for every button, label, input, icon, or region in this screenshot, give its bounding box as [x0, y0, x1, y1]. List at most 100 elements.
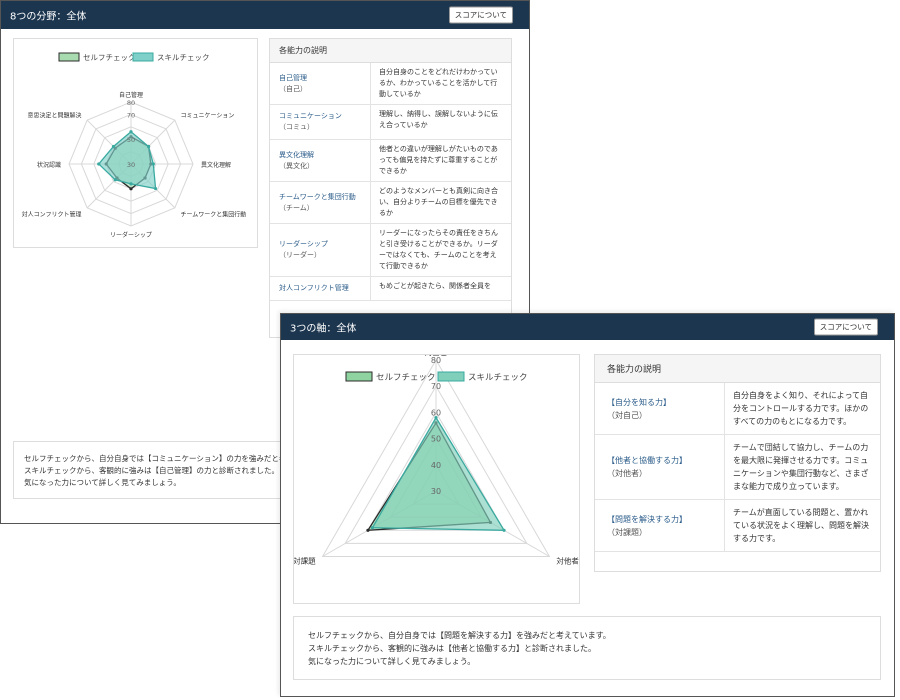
- legend-label: セルフチェック: [83, 53, 136, 62]
- radar-data-point: [502, 528, 506, 532]
- description-list: 自己管理 （自己） 自分自身のことをどれだけわかっているか、わかっていることを活かし…: [270, 63, 511, 301]
- radar-axis-label: コミュニケーション: [180, 113, 234, 120]
- panel-header: 3つの軸：全体 スコアについて: [281, 314, 894, 340]
- summary-line: 気になった力について詳しく見てみましょう。: [308, 657, 476, 666]
- ability-abbreviation: （対他者）: [607, 469, 647, 478]
- ability-name-cell: 自己管理 （自己）: [270, 63, 371, 104]
- description-row: 異文化理解 （異文化） 他者との違いが理解しがたいものであっても偏見を持たずに尊重す…: [270, 140, 511, 182]
- radar-axis-label: 対人コンフリクト管理: [22, 210, 82, 218]
- radar-data-point: [129, 130, 133, 134]
- radar-data-point: [129, 187, 133, 191]
- ability-name-cell: 対人コンフリクト管理: [270, 277, 371, 300]
- description-list: 【自分を知る力】 （対自己） 自分自身をよく知り、それによって自分をコントロールする…: [595, 383, 880, 552]
- panel-title: 8つの分野：全体: [10, 11, 87, 23]
- ability-abbreviation: （異文化）: [279, 161, 314, 170]
- ability-description-text: チームが直面している問題と、置かれている状況をよく理解し、問題を解決する力です。: [733, 508, 869, 543]
- radar-chart-eight-fields: 30 50 70 80自己管理コミュニケーション異文化理解チームワークと集団行動リーダ…: [22, 52, 246, 239]
- description-row: 【問題を解決する力】 （対課題） チームが直面している問題と、置かれている状況をよく…: [595, 500, 880, 552]
- ability-name-cell: 異文化理解 （異文化）: [270, 140, 371, 181]
- legend-label: スキルチェック: [468, 373, 528, 383]
- description-row: 自己管理 （自己） 自分自身のことをどれだけわかっているか、わかっていることを活かし…: [270, 63, 511, 105]
- legend-label: セルフチェック: [376, 373, 436, 383]
- description-heading: 各能力の説明: [595, 355, 880, 383]
- ability-abbreviation: （リーダー）: [279, 251, 321, 259]
- ability-name-link[interactable]: チームワークと集団行動: [279, 192, 361, 203]
- three-axes-panel: 3つの軸：全体 スコアについて 304050607080対自己対他者対課題セルフ…: [280, 313, 895, 697]
- ability-name-link[interactable]: 【他者と協働する力】: [607, 454, 712, 467]
- description-row: チームワークと集団行動 （チーム） どのようなメンバーとも真剣に向き合い、自分よりチ…: [270, 182, 511, 224]
- radar-chart-card: 30 50 70 80 自己管理 コミュニケーション 異文化理解 チームワークと集団行動 リーダ…: [13, 38, 258, 248]
- radar-chart-card: 30 40 50 60 70 80対自己対他者 対課題 セルフチェック スキルチェック: [293, 354, 580, 604]
- description-row: 【他者と協働する力】 （対他者） チームで団結して協力し、チームの力を最大限に発揮さ…: [595, 435, 880, 500]
- ability-description-text: リーダーになったらその責任をきちんと引き受けることができるか。リーダーではなくて…: [379, 229, 498, 270]
- radar-data-point: [111, 144, 116, 149]
- radar-axis-label: 状況認識: [37, 161, 61, 169]
- radar-axis-label: リーダーシップ: [110, 231, 152, 239]
- description-row: 対人コンフリクト管理 もめごとが起きたら、関係者全員を: [270, 277, 511, 301]
- radar-axis-label: 異文化理解: [201, 161, 231, 169]
- ability-name-cell: コミュニケーション （コミュ）: [270, 105, 371, 139]
- ability-abbreviation: （コミュ）: [279, 123, 314, 131]
- ability-abbreviation: （チーム）: [279, 203, 314, 212]
- radar-data-point: [151, 162, 155, 166]
- ability-name-cell: チームワークと集団行動 （チーム）: [270, 182, 371, 223]
- radar-tick-label: 70: [431, 382, 441, 391]
- summary-line: スキルチェックから、客観的に強みは【他者と協働する力】と診断されました。: [308, 644, 596, 653]
- ability-name-link[interactable]: リーダーシップ: [279, 239, 361, 250]
- ability-abbreviation: （自己）: [279, 84, 307, 93]
- legend-swatch: [132, 52, 154, 62]
- radar-data-point: [113, 178, 117, 182]
- ability-description-text: 理解し、納得し、誤解しないように伝え合っているか: [379, 110, 498, 129]
- ability-description-text: 自分自身のことをどれだけわかっているか、わかっていることを活かして行動しているか: [379, 68, 498, 98]
- radar-data-point: [366, 528, 370, 532]
- ability-name-link[interactable]: 対人コンフリクト管理: [279, 283, 361, 294]
- radar-tick-label: 30: [127, 161, 135, 169]
- ability-abbreviation: （対自己）: [607, 410, 647, 420]
- ability-description-text: 自分自身をよく知り、それによって自分をコントロールする力です。ほかのすべての力の…: [733, 391, 869, 426]
- ability-name-cell: 【自分を知る力】 （対自己）: [595, 383, 725, 434]
- summary-note: セルフチェックから、自分自身では【問題を解決する力】を強みだと考えています。 ス…: [293, 616, 881, 680]
- ability-name-link[interactable]: コミュニケーション: [279, 111, 361, 122]
- description-row: リーダーシップ （リーダー） リーダーになったらその責任をきちんと引き受けることがで…: [270, 224, 511, 277]
- ability-name-link[interactable]: 異文化理解: [279, 150, 361, 161]
- radar-axis-label: 自己管理: [119, 91, 143, 99]
- radar-tick-label: 80: [431, 356, 441, 365]
- radar-data-point: [370, 526, 375, 530]
- radar-tick-label: 70: [127, 111, 135, 119]
- panel-title: 3つの軸：全体: [290, 323, 357, 335]
- ability-abbreviation: （対課題）: [607, 527, 647, 537]
- ability-description-text: もめごとが起きたら、関係者全員を: [379, 282, 491, 290]
- legend-swatch: [58, 52, 80, 62]
- ability-name-link[interactable]: 【自分を知る力】: [607, 396, 712, 409]
- radar-chart-three-axes: 30 40 50 60 70 80対自己対他者 対課題 セルフチェック スキルチェック: [294, 355, 579, 566]
- ability-name-cell: リーダーシップ （リーダー）: [270, 224, 371, 276]
- radar-data-point: [97, 162, 101, 166]
- summary-line: セルフチェックから、自分自身では【問題を解決する力】を強みだと考えています。: [308, 631, 611, 640]
- ability-name-link[interactable]: 【問題を解決する力】: [607, 513, 712, 526]
- radar-axis-label: 対他者: [556, 556, 579, 566]
- radar-tick-label: 80: [127, 99, 135, 107]
- radar-axis-label: 対課題: [294, 556, 316, 566]
- radar-data-point: [146, 144, 151, 149]
- description-heading: 各能力の説明: [270, 39, 511, 63]
- radar-tick-label: 40: [431, 461, 441, 470]
- description-row: コミュニケーション （コミュ） 理解し、納得し、誤解しないように伝え合っているか: [270, 105, 511, 140]
- radar-tick-label: 60: [431, 408, 441, 417]
- ability-description-card: 各能力の説明 自己管理 （自己） 自分自身のことをどれだけわかっているか、わかってい…: [269, 38, 512, 338]
- ability-description-text: 他者との違いが理解しがたいものであっても偏見を持たずに尊重することができるか: [379, 145, 498, 175]
- ability-name-cell: 【他者と協働する力】 （対他者）: [595, 435, 725, 499]
- ability-name-link[interactable]: 自己管理: [279, 73, 361, 84]
- radar-axis-label: チームワークと集団行動: [180, 210, 246, 218]
- radar-tick-label: 50: [431, 435, 441, 444]
- score-info-button[interactable]: スコアについて: [448, 6, 513, 24]
- ability-description-card: 各能力の説明 【自分を知る力】 （対自己） 自分自身をよく知り、それによって自分をコ…: [594, 354, 881, 572]
- score-info-button[interactable]: スコアについて: [813, 318, 878, 336]
- legend-swatch: [437, 371, 465, 382]
- legend-label: スキルチェック: [157, 53, 210, 62]
- ability-description-text: どのようなメンバーとも真剣に向き合い、自分よりチームの目標を優先できるか: [379, 187, 498, 217]
- radar-data-point: [129, 182, 133, 186]
- legend-swatch: [345, 371, 373, 382]
- radar-data-point: [153, 186, 158, 191]
- radar-axis-label: 対自己: [425, 355, 448, 357]
- ability-name-cell: 【問題を解決する力】 （対課題）: [595, 500, 725, 551]
